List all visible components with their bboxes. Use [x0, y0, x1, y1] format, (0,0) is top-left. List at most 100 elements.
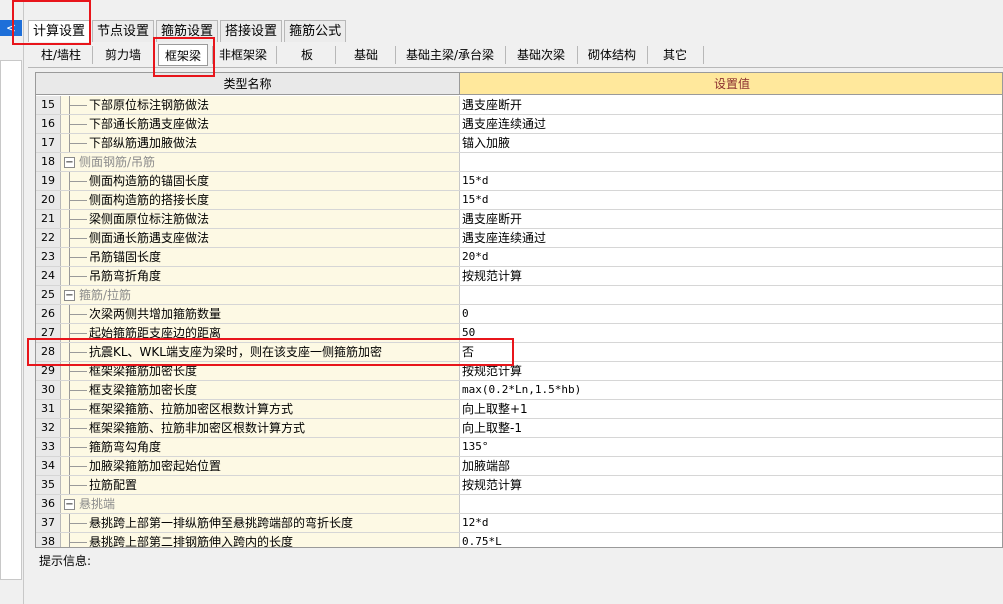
- setting-name-cell: 吊筋锚固长度: [61, 248, 460, 266]
- column-header-name[interactable]: 类型名称: [36, 73, 460, 95]
- setting-value-cell[interactable]: 按规范计算: [460, 362, 1002, 380]
- tab-node-settings[interactable]: 节点设置: [92, 20, 155, 42]
- collapse-toggle-icon[interactable]: −: [64, 157, 75, 168]
- table-row[interactable]: 37 悬挑跨上部第一排纵筋伸至悬挑跨端部的弯折长度 12*d: [36, 514, 1002, 533]
- row-number: 17: [36, 134, 61, 152]
- table-row[interactable]: 27 起始箍筋距支座边的距离 50: [36, 324, 1002, 343]
- setting-value-cell[interactable]: 向上取整+1: [460, 400, 1002, 418]
- table-row[interactable]: 23 吊筋锚固长度 20*d: [36, 248, 1002, 267]
- table-row[interactable]: 21 梁侧面原位标注筋做法 遇支座断开: [36, 210, 1002, 229]
- tab-lap-settings[interactable]: 搭接设置: [220, 20, 283, 42]
- setting-value-cell[interactable]: 向上取整-1: [460, 419, 1002, 437]
- table-row[interactable]: 16 下部通长筋遇支座做法 遇支座连续通过: [36, 115, 1002, 134]
- table-row[interactable]: 20 侧面构造筋的搭接长度 15*d: [36, 191, 1002, 210]
- column-header-value[interactable]: 设置值: [460, 73, 1002, 95]
- subtab-frame-beam[interactable]: 框架梁: [158, 44, 208, 66]
- setting-value-cell[interactable]: 否: [460, 343, 1002, 361]
- setting-name-cell: − 侧面钢筋/吊筋: [61, 153, 460, 171]
- row-number: 19: [36, 172, 61, 190]
- subtab-column[interactable]: 柱/墙柱: [32, 44, 90, 66]
- table-row[interactable]: 17 下部纵筋遇加腋做法 锚入加腋: [36, 134, 1002, 153]
- tree-connector: [69, 523, 87, 524]
- setting-value-cell[interactable]: max(0.2*Ln,1.5*hb): [460, 381, 1002, 399]
- tab-stirrup-formula[interactable]: 箍筋公式: [284, 20, 347, 42]
- table-row[interactable]: 15 下部原位标注钢筋做法 遇支座断开: [36, 96, 1002, 115]
- setting-name: 侧面构造筋的锚固长度: [89, 174, 210, 188]
- setting-value-cell[interactable]: 0: [460, 305, 1002, 323]
- setting-value-cell[interactable]: 按规范计算: [460, 476, 1002, 494]
- table-row[interactable]: 34 加腋梁箍筋加密起始位置 加腋端部: [36, 457, 1002, 476]
- setting-value-cell[interactable]: 遇支座连续通过: [460, 115, 1002, 133]
- table-row[interactable]: 38 悬挑跨上部第二排钢筋伸入跨内的长度 0.75*L: [36, 533, 1002, 547]
- setting-value-cell[interactable]: 遇支座断开: [460, 210, 1002, 228]
- row-number: 34: [36, 457, 61, 475]
- subtab-foundation-main-beam[interactable]: 基础主梁/承台梁: [397, 44, 503, 66]
- table-row[interactable]: 30 框支梁箍筋加密长度 max(0.2*Ln,1.5*hb): [36, 381, 1002, 400]
- table-row[interactable]: 32 框架梁箍筋、拉筋非加密区根数计算方式 向上取整-1: [36, 419, 1002, 438]
- table-row[interactable]: 28 抗震KL、WKL端支座为梁时，则在该支座一侧箍筋加密 否: [36, 343, 1002, 362]
- group-row[interactable]: 36− 悬挑端: [36, 495, 1002, 514]
- table-row[interactable]: 22 侧面通长筋遇支座做法 遇支座连续通过: [36, 229, 1002, 248]
- left-panel: <: [0, 0, 24, 604]
- setting-name: 吊筋弯折角度: [89, 269, 162, 283]
- collapse-toggle-icon[interactable]: −: [64, 499, 75, 510]
- setting-value-cell[interactable]: 0.75*L: [460, 533, 1002, 547]
- tree-connector: [69, 105, 87, 106]
- collapse-toggle-icon[interactable]: −: [64, 290, 75, 301]
- tab-stirrup-settings[interactable]: 箍筋设置: [156, 20, 219, 42]
- subtab-other[interactable]: 其它: [649, 44, 701, 66]
- row-number: 26: [36, 305, 61, 323]
- table-row[interactable]: 26 次梁两侧共增加箍筋数量 0: [36, 305, 1002, 324]
- row-number: 22: [36, 229, 61, 247]
- subtab-foundation-secondary-beam[interactable]: 基础次梁: [507, 44, 575, 66]
- row-number: 18: [36, 153, 61, 171]
- subtab-masonry[interactable]: 砌体结构: [579, 44, 645, 66]
- subtab-foundation[interactable]: 基础: [337, 44, 395, 66]
- subtab-non-frame-beam[interactable]: 非框架梁: [214, 44, 272, 66]
- setting-value-cell[interactable]: 20*d: [460, 248, 1002, 266]
- setting-name: 下部通长筋遇支座做法: [89, 117, 210, 131]
- table-row[interactable]: 35 拉筋配置 按规范计算: [36, 476, 1002, 495]
- setting-value-cell[interactable]: [460, 286, 1002, 304]
- setting-name-cell: 梁侧面原位标注筋做法: [61, 210, 460, 228]
- table-row[interactable]: 24 吊筋弯折角度 按规范计算: [36, 267, 1002, 286]
- setting-value-cell[interactable]: 按规范计算: [460, 267, 1002, 285]
- setting-value-cell[interactable]: 50: [460, 324, 1002, 342]
- separator: [92, 46, 93, 64]
- setting-name: 次梁两侧共增加箍筋数量: [89, 307, 222, 321]
- tree-connector: [69, 276, 87, 277]
- row-number: 36: [36, 495, 61, 513]
- table-row[interactable]: 33 箍筋弯勾角度 135°: [36, 438, 1002, 457]
- table-row[interactable]: 19 侧面构造筋的锚固长度 15*d: [36, 172, 1002, 191]
- setting-value-cell[interactable]: 锚入加腋: [460, 134, 1002, 152]
- setting-value-cell[interactable]: 12*d: [460, 514, 1002, 532]
- info-label: 提示信息:: [39, 554, 92, 568]
- group-row[interactable]: 18− 侧面钢筋/吊筋: [36, 153, 1002, 172]
- setting-value-cell[interactable]: 15*d: [460, 172, 1002, 190]
- setting-value-cell[interactable]: 遇支座连续通过: [460, 229, 1002, 247]
- setting-name-cell: 侧面通长筋遇支座做法: [61, 229, 460, 247]
- setting-value-cell[interactable]: [460, 495, 1002, 513]
- group-label: 侧面钢筋/吊筋: [79, 155, 156, 169]
- setting-value-cell[interactable]: 遇支座断开: [460, 96, 1002, 114]
- setting-value-cell[interactable]: 135°: [460, 438, 1002, 456]
- tree-connector: [69, 143, 87, 144]
- collapse-left-button[interactable]: <: [0, 20, 22, 36]
- left-tree-pane[interactable]: [0, 60, 22, 580]
- setting-value-cell[interactable]: 15*d: [460, 191, 1002, 209]
- setting-value-cell[interactable]: [460, 153, 1002, 171]
- info-panel: 提示信息:: [35, 548, 1003, 604]
- table-row[interactable]: 31 框架梁箍筋、拉筋加密区根数计算方式 向上取整+1: [36, 400, 1002, 419]
- row-number: 31: [36, 400, 61, 418]
- setting-value-cell[interactable]: 加腋端部: [460, 457, 1002, 475]
- separator: [703, 46, 704, 64]
- member-tab-bar: 柱/墙柱 剪力墙 框架梁 非框架梁 板 基础 基础主梁/承台梁 基础次梁 砌体结…: [28, 42, 1003, 68]
- subtab-shear-wall[interactable]: 剪力墙: [94, 44, 152, 66]
- separator: [505, 46, 506, 64]
- group-row[interactable]: 25− 箍筋/拉筋: [36, 286, 1002, 305]
- separator: [647, 46, 648, 64]
- setting-name-cell: 吊筋弯折角度: [61, 267, 460, 285]
- table-row[interactable]: 29 框架梁箍筋加密长度 按规范计算: [36, 362, 1002, 381]
- subtab-slab[interactable]: 板: [278, 44, 336, 66]
- tab-calc-settings[interactable]: 计算设置: [28, 20, 91, 42]
